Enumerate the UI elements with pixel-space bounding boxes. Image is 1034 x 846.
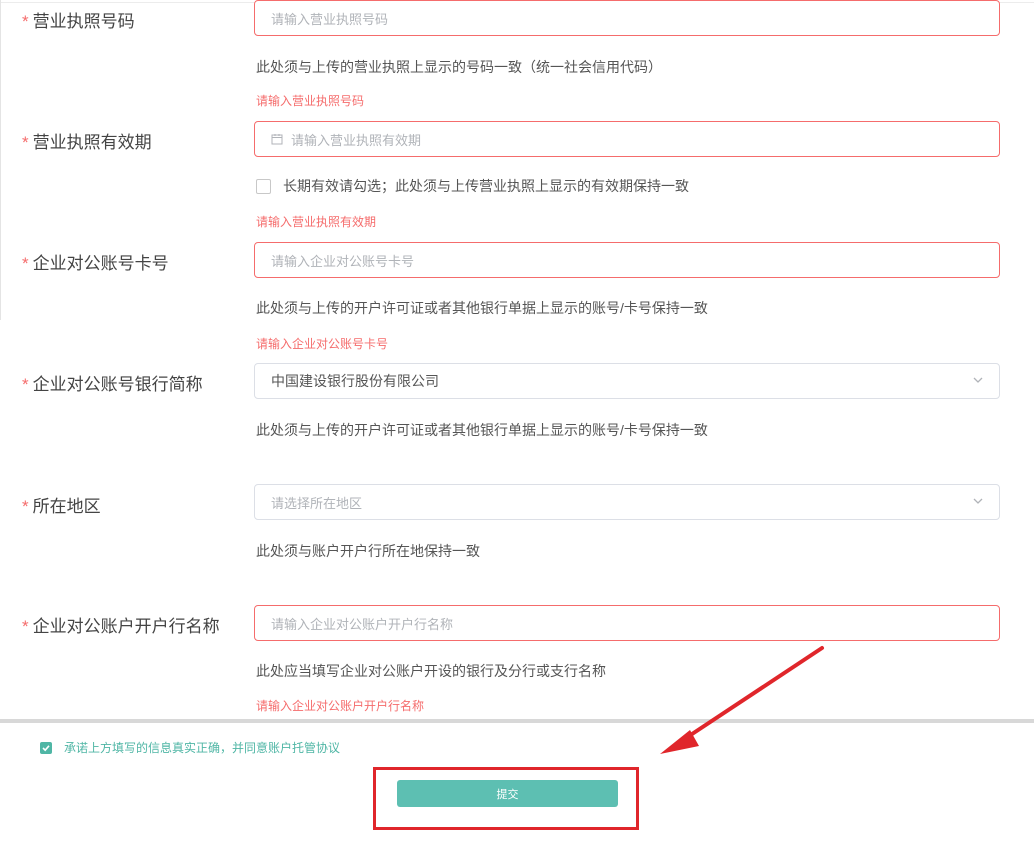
left-divider	[0, 0, 1, 320]
bank-short-name-value: 中国建设银行股份有限公司	[271, 373, 439, 389]
license-number-error: 请输入营业执照号码	[256, 94, 365, 108]
license-number-label-text: 营业执照号码	[32, 12, 135, 31]
agreement-text: 承诺上方填写的信息真实正确，并同意账户托管协议	[64, 741, 341, 755]
branch-name-error: 请输入企业对公账户开户行名称	[256, 699, 425, 713]
bank-short-name-label-text: 企业对公账号银行简称	[32, 375, 203, 394]
submit-button[interactable]: 提交	[397, 780, 618, 807]
bank-short-name-hint: 此处须与上传的开户许可证或者其他银行单据上显示的账号/卡号保持一致	[256, 422, 708, 438]
license-validity-date-input[interactable]: 请输入营业执照有效期	[254, 121, 1000, 157]
chevron-down-icon	[971, 373, 985, 390]
branch-name-hint: 此处应当填写企业对公账户开设的银行及分行或支行名称	[256, 663, 606, 679]
required-mark: *	[22, 254, 29, 273]
license-number-placeholder: 请输入营业执照号码	[271, 11, 389, 27]
agreement-checkbox-row[interactable]: 承诺上方填写的信息真实正确，并同意账户托管协议	[40, 739, 340, 756]
license-number-input[interactable]: 请输入营业执照号码	[254, 0, 1000, 36]
license-validity-error: 请输入营业执照有效期	[256, 215, 377, 229]
license-validity-label-text: 营业执照有效期	[32, 133, 152, 152]
branch-name-label-text: 企业对公账户开户行名称	[32, 617, 220, 636]
agreement-checkbox[interactable]	[40, 741, 52, 754]
required-mark: *	[22, 497, 29, 516]
license-number-label: * 营业执照号码	[22, 7, 135, 32]
region-select[interactable]: 请选择所在地区	[254, 484, 1000, 520]
account-number-hint: 此处须与上传的开户许可证或者其他银行单据上显示的账号/卡号保持一致	[256, 300, 708, 316]
account-number-input[interactable]: 请输入企业对公账号卡号	[254, 242, 1000, 278]
required-mark: *	[22, 133, 29, 152]
region-label: * 所在地区	[22, 492, 101, 517]
license-validity-label: * 营业执照有效期	[22, 128, 152, 153]
long-term-checkbox-row[interactable]: 长期有效请勾选；此处须与上传营业执照上显示的有效期保持一致	[256, 176, 689, 196]
calendar-icon	[271, 133, 283, 145]
account-number-placeholder: 请输入企业对公账号卡号	[271, 253, 415, 269]
account-number-error: 请输入企业对公账号卡号	[256, 337, 389, 351]
account-number-label: * 企业对公账号卡号	[22, 249, 169, 274]
long-term-checkbox-label: 长期有效请勾选；此处须与上传营业执照上显示的有效期保持一致	[283, 178, 689, 194]
license-number-hint: 此处须与上传的营业执照上显示的号码一致（统一社会信用代码）	[256, 59, 662, 75]
region-label-text: 所在地区	[32, 497, 101, 516]
long-term-checkbox[interactable]	[256, 178, 271, 194]
bank-short-name-select[interactable]: 中国建设银行股份有限公司	[254, 363, 1000, 399]
license-validity-placeholder: 请输入营业执照有效期	[291, 132, 422, 148]
region-placeholder: 请选择所在地区	[271, 495, 363, 511]
branch-name-label: * 企业对公账户开户行名称	[22, 612, 220, 637]
account-number-label-text: 企业对公账号卡号	[32, 254, 169, 273]
chevron-down-icon	[971, 494, 985, 511]
required-mark: *	[22, 12, 29, 31]
branch-name-placeholder: 请输入企业对公账户开户行名称	[271, 616, 454, 632]
branch-name-input[interactable]: 请输入企业对公账户开户行名称	[254, 605, 1000, 641]
bank-short-name-label: * 企业对公账号银行简称	[22, 370, 203, 395]
region-hint: 此处须与账户开户行所在地保持一致	[256, 543, 480, 559]
required-mark: *	[22, 375, 29, 394]
required-mark: *	[22, 617, 29, 636]
